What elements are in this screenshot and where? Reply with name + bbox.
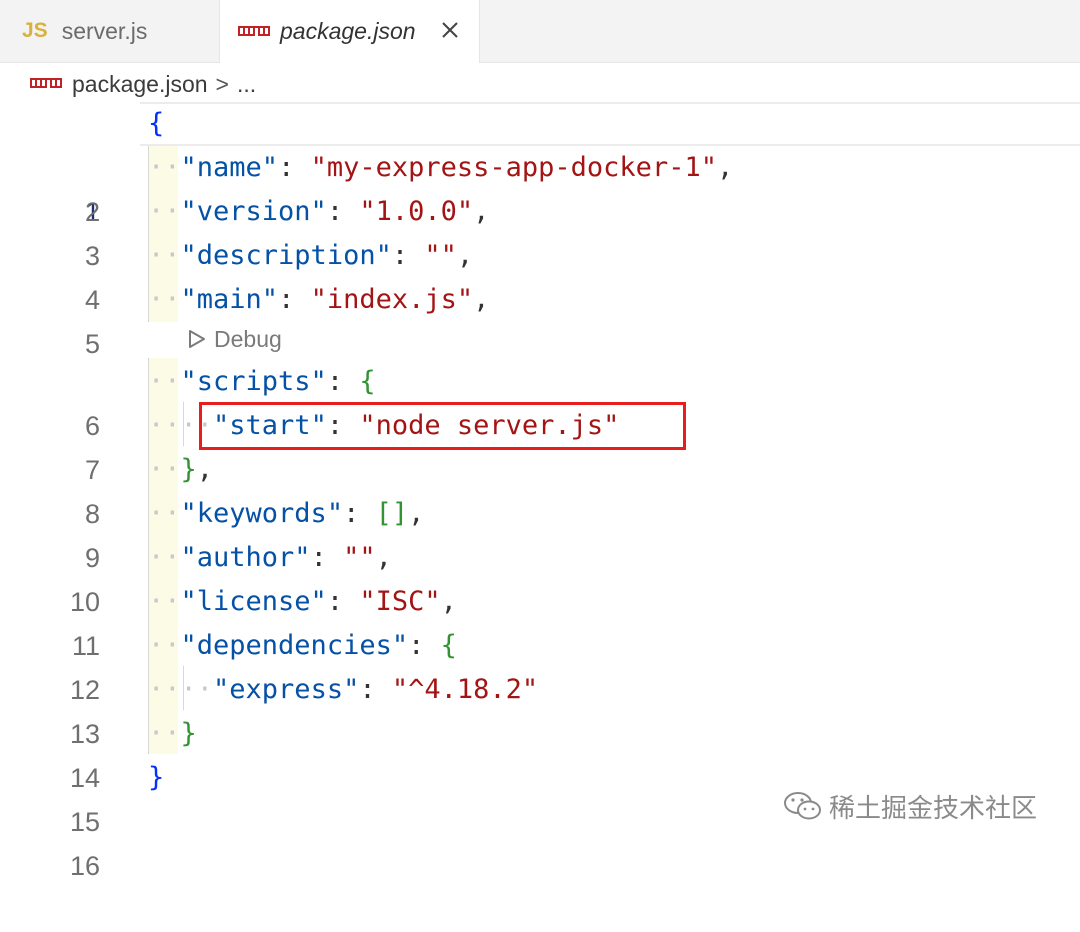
code-text: ··"version": "1.0.0", [148, 196, 490, 227]
code-line-11: 11 ··"license": "ISC", [0, 580, 1080, 661]
code-token: "ISC" [359, 586, 441, 617]
code-line-13: 13 ····"express": "^4.18.2" [0, 668, 1080, 749]
code-token: "1.0.0" [359, 196, 474, 227]
code-text: ··"dependencies": { [148, 630, 457, 661]
code-text: ··"description": "", [148, 240, 474, 271]
code-token: "my-express-app-docker-1" [310, 152, 717, 183]
code-text: ··"scripts": { [148, 366, 376, 397]
watermark: 稀土掘金技术社区 [783, 786, 1037, 826]
code-text: ··"main": "index.js", [148, 284, 490, 315]
code-text: } [148, 756, 164, 800]
close-icon[interactable] [437, 17, 463, 43]
wechat-icon [784, 792, 821, 820]
npm-icon [30, 78, 62, 88]
highlight-annotation-box [199, 402, 686, 450]
code-line-8: 8 ··}, [0, 448, 1080, 529]
tab-label: server.js [61, 17, 148, 44]
play-icon [189, 330, 205, 348]
breadcrumb-file[interactable]: package.json [72, 71, 208, 98]
code-token: "" [424, 240, 457, 271]
code-line-9: 9 ··"keywords": [], [0, 492, 1080, 573]
code-token: "^4.18.2" [391, 674, 539, 705]
js-icon: JS [22, 19, 48, 42]
code-token: "license" [180, 586, 327, 617]
code-token: "" [343, 542, 376, 573]
tab-server-js[interactable]: JS server.js [0, 0, 220, 62]
debug-codelens[interactable]: Debug [188, 322, 282, 356]
code-token: "author" [180, 542, 311, 573]
code-token: } [148, 762, 165, 793]
code-line-3: 3 ··"version": "1.0.0", [0, 190, 1080, 271]
debug-label: Debug [214, 325, 282, 352]
current-line-highlight [140, 102, 1080, 146]
code-token: "express" [213, 674, 360, 705]
code-text: ··}, [148, 454, 214, 485]
breadcrumb-tail[interactable]: ... [237, 71, 256, 98]
code-token: "description" [180, 240, 392, 271]
code-token: "dependencies" [180, 630, 409, 661]
code-token: "index.js" [310, 284, 474, 315]
code-text: ··} [148, 718, 197, 749]
code-token: "keywords" [180, 498, 344, 529]
code-line-6: 6 ··"scripts": { [0, 360, 1080, 441]
code-text: ··"license": "ISC", [148, 586, 457, 617]
tab-label: package.json [280, 18, 416, 44]
code-editor[interactable]: 1 { 2 ··"name": "my-express-app-docker-1… [0, 102, 1080, 881]
code-line-10: 10 ··"author": "", [0, 536, 1080, 617]
code-text: ··"author": "", [148, 542, 392, 573]
code-token: "name" [180, 152, 279, 183]
code-token: "version" [180, 196, 327, 227]
code-line-14: 14 ··} [0, 712, 1080, 793]
code-line-4: 4 ··"description": "", [0, 234, 1080, 315]
code-token: "scripts" [180, 366, 327, 397]
npm-icon [238, 25, 270, 36]
code-line-12: 12 ··"dependencies": { [0, 624, 1080, 705]
code-line-1: 1 { [0, 102, 1080, 227]
code-token: { [148, 108, 165, 139]
code-line-2: 2 ··"name": "my-express-app-docker-1", [0, 146, 1080, 227]
code-text: { [148, 102, 164, 146]
breadcrumb-separator: > [215, 70, 229, 97]
code-text: ··"keywords": [], [148, 498, 425, 529]
watermark-text: 稀土掘金技术社区 [829, 793, 1038, 824]
breadcrumb[interactable]: package.json > ... [30, 68, 256, 100]
code-text: ··"name": "my-express-app-docker-1", [148, 152, 734, 183]
line-number: 16 [69, 851, 100, 881]
tab-bar: JS server.js package.json [0, 0, 1080, 63]
code-line-5: 5 ··"main": "index.js", [0, 278, 1080, 359]
code-text: ····"express": "^4.18.2" [148, 674, 539, 705]
code-token: "main" [180, 284, 279, 315]
tab-package-json[interactable]: package.json [220, 0, 480, 63]
